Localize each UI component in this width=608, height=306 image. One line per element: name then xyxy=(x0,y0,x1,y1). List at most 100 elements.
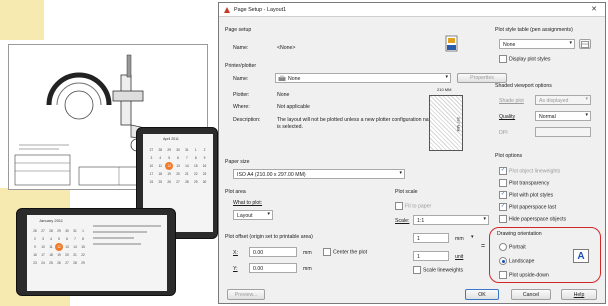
page-setup-dialog: Page Setup - Layout1 ✕ Page setup Name: … xyxy=(218,2,606,304)
plotter-label: Plotter: xyxy=(233,92,250,98)
offset-x-unit: mm xyxy=(303,250,312,256)
offset-y-value: 0.00 xyxy=(253,266,264,272)
scale-select[interactable]: 1:1 ▾ xyxy=(413,215,489,225)
description-label: Description: xyxy=(233,117,261,123)
orientation-group: Drawing orientation xyxy=(497,231,542,237)
paper-size-select[interactable]: ISO A4 (210.00 x 297.00 MM) ▾ xyxy=(233,169,405,179)
calendar-month: January 2011 xyxy=(39,218,63,223)
paper-size-group: Paper size xyxy=(225,159,250,165)
scale-num-input[interactable]: 1 xyxy=(413,233,449,243)
printer-group: Printer/plotter xyxy=(225,63,256,69)
plot-style-select[interactable]: None ▾ xyxy=(499,39,575,49)
scale-num-unit: mm xyxy=(455,236,464,242)
chevron-down-icon: ▾ xyxy=(445,74,448,80)
quality-label: Quality xyxy=(499,114,516,120)
collage-background-top xyxy=(0,0,44,40)
option-box xyxy=(499,179,507,187)
printer-group-label: Printer/plotter xyxy=(225,63,257,69)
scale-num-value: 1 xyxy=(417,236,420,242)
page-setup-name-value: <None> xyxy=(277,45,296,51)
chevron-down-icon: ▾ xyxy=(483,216,486,222)
scale-lineweights-label: Scale lineweights xyxy=(423,267,464,274)
printer-name-label: Name: xyxy=(233,76,249,82)
quality-value: Normal xyxy=(539,114,556,120)
scale-unit-value: 1 xyxy=(417,254,420,260)
orientation-preview-icon: A xyxy=(573,249,589,263)
paper-preview: 210 MM 297 MM xyxy=(421,87,477,157)
option-box xyxy=(499,203,507,211)
calendar-grid-small: 27 28 29 30 31 1 2 3456789 10 11 12 13 14 15 16 17 18… xyxy=(149,148,207,184)
calendar-month-small: April 2011 xyxy=(163,137,179,141)
offset-x-input[interactable]: 0.00 xyxy=(249,247,297,257)
option-plot-paperspace-last[interactable]: Plot paperspace last xyxy=(499,203,556,211)
chevron-down-icon: ▾ xyxy=(585,112,588,118)
portrait-radio[interactable]: Portrait xyxy=(499,243,526,251)
offset-x-label: X: xyxy=(233,250,238,256)
shaded-group: Shaded viewport options xyxy=(495,83,552,89)
option-hide-paperspace-objects[interactable]: Hide paperspace objects xyxy=(499,215,566,223)
properties-button[interactable]: Properties xyxy=(457,73,507,83)
scale-lineweights-checkbox[interactable]: Scale lineweights xyxy=(413,266,463,274)
option-plot-object-lineweights[interactable]: Plot object lineweights xyxy=(499,167,560,175)
display-plot-styles-label: Display plot styles xyxy=(509,56,551,63)
page-setup-group: Page setup xyxy=(225,27,252,33)
printer-name-select[interactable]: None ▾ xyxy=(275,73,451,83)
shade-plot-select[interactable]: As displayed ▾ xyxy=(535,95,591,105)
event-list xyxy=(93,221,161,285)
center-plot-label: Center the plot xyxy=(333,249,368,256)
dpi-input[interactable] xyxy=(535,127,591,137)
option-box xyxy=(499,191,507,199)
cancel-button[interactable]: Cancel xyxy=(511,289,551,300)
display-plot-styles-checkbox[interactable]: Display plot styles xyxy=(499,55,551,63)
offset-y-label: Y: xyxy=(233,266,238,272)
close-button[interactable]: ✕ xyxy=(587,5,601,15)
fit-to-paper-label: Fit to paper xyxy=(405,203,432,210)
upside-down-checkbox[interactable]: Plot upside-down xyxy=(499,271,549,279)
fit-to-paper-checkbox[interactable]: Fit to paper xyxy=(395,202,431,210)
shade-plot-value: As displayed xyxy=(539,98,569,104)
description-value: The layout will not be plotted unless a … xyxy=(277,117,436,130)
what-to-plot-select[interactable]: Layout ▾ xyxy=(233,210,273,220)
offset-y-unit: mm xyxy=(303,266,312,272)
preview-button[interactable]: Preview... xyxy=(227,289,265,300)
offset-x-value: 0.00 xyxy=(253,250,264,256)
ok-button[interactable]: OK xyxy=(465,289,499,300)
plotter-value: None xyxy=(277,92,290,98)
option-plot-with-plot-styles[interactable]: Plot with plot styles xyxy=(499,191,553,199)
printer-icon xyxy=(278,75,286,81)
help-button[interactable]: Help xyxy=(561,289,597,300)
plot-offset-group: Plot offset (origin set to printable are… xyxy=(225,234,313,240)
edit-table-icon xyxy=(581,41,589,48)
option-plot-transparency[interactable]: Plot transparency xyxy=(499,179,549,187)
plot-style-group: Plot style table (pen assignments) xyxy=(495,27,573,33)
quality-select[interactable]: Normal ▾ xyxy=(535,111,591,121)
chevron-down-icon: ▾ xyxy=(569,40,572,46)
dwg-file-icon xyxy=(445,35,458,52)
offset-y-input[interactable]: 0.00 xyxy=(249,263,297,273)
scale-unit-chevron-icon[interactable]: ▾ xyxy=(471,234,474,240)
portrait-radio-dot xyxy=(499,243,507,251)
preview-width: 210 MM xyxy=(437,87,452,92)
upside-down-label: Plot upside-down xyxy=(509,272,549,279)
center-plot-checkbox[interactable]: Center the plot xyxy=(323,248,367,256)
plot-area-group: Plot area xyxy=(225,189,246,195)
option-box xyxy=(499,215,507,223)
preview-height: 297 MM xyxy=(456,117,461,132)
option-label: Plot transparency xyxy=(509,180,550,187)
fit-to-paper-box xyxy=(395,202,403,210)
dpi-label: DPI xyxy=(499,130,508,136)
chevron-down-icon: ▾ xyxy=(267,211,270,217)
upside-down-box xyxy=(499,271,507,279)
edit-plot-style-button[interactable] xyxy=(579,39,591,49)
portrait-label: Portrait xyxy=(509,244,526,251)
calendar-grid: 26 27 28 29 30 31 1 2345678 9 10 11 12 13 14 15 16 17… xyxy=(33,229,85,265)
paper-size-value: ISO A4 (210.00 x 297.00 MM) xyxy=(237,172,306,178)
scale-unit-input[interactable]: 1 xyxy=(413,251,449,261)
landscape-radio[interactable]: Landscape xyxy=(499,257,534,265)
title-bar: Page Setup - Layout1 ✕ xyxy=(219,3,605,17)
plot-style-value: None xyxy=(503,42,516,48)
tablet-landscape: January 2011 26 27 28 29 30 31 1 2345678 9 10 11… xyxy=(16,208,176,296)
option-label: Plot paperspace last xyxy=(509,204,557,211)
what-to-plot-value: Layout xyxy=(237,213,253,219)
app-icon xyxy=(224,7,230,13)
